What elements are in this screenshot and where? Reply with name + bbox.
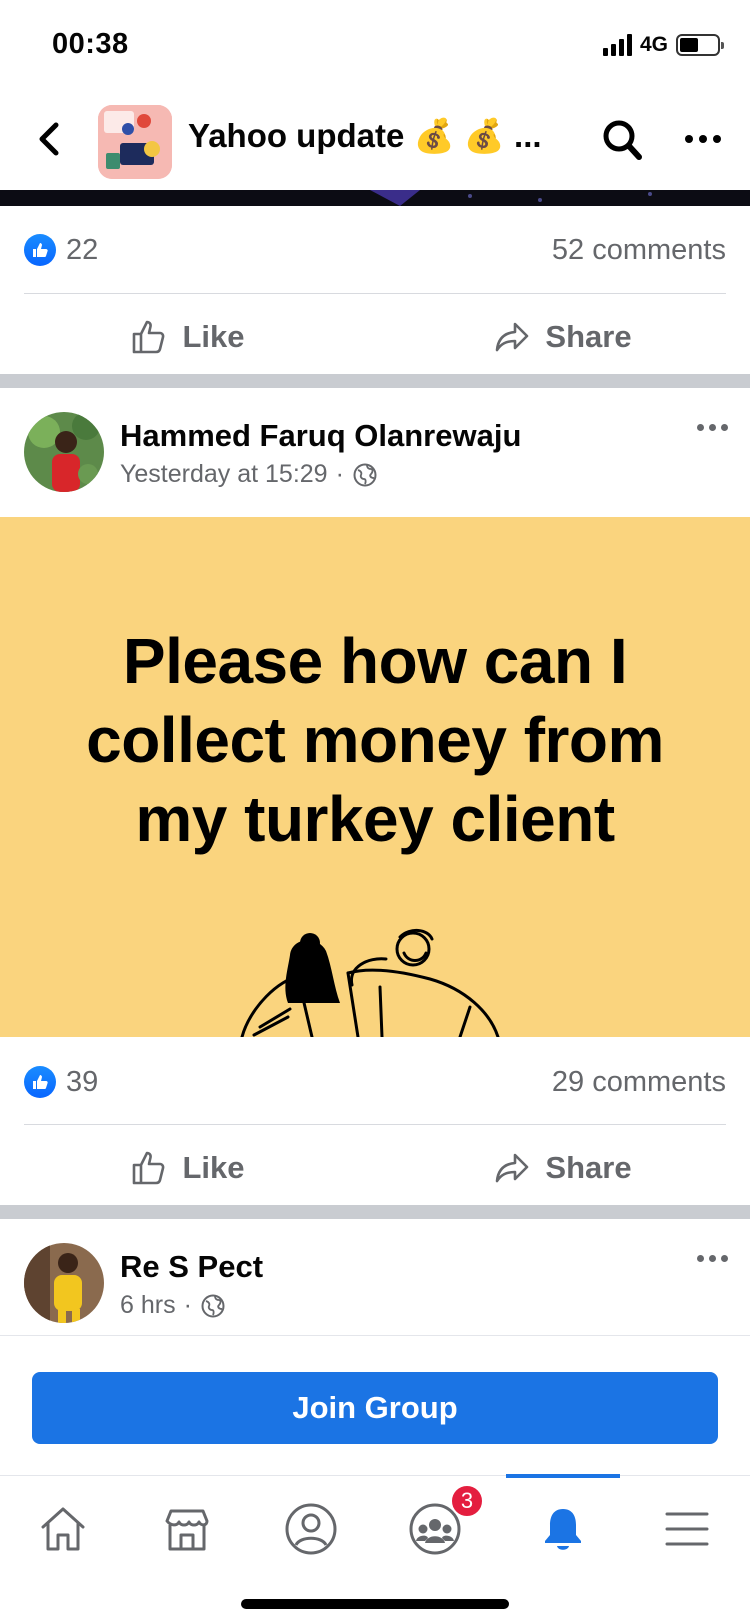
search-button[interactable] xyxy=(600,115,644,163)
back-button[interactable] xyxy=(30,115,70,163)
more-options-button[interactable] xyxy=(680,115,726,163)
like-reaction-icon xyxy=(24,234,56,266)
groups-notification-badge: 3 xyxy=(450,1484,484,1518)
previous-post-image[interactable] xyxy=(0,190,750,206)
network-type: 4G xyxy=(639,33,668,56)
globe-icon xyxy=(201,1294,225,1317)
more-dot xyxy=(721,424,728,431)
more-dot xyxy=(721,1255,728,1262)
active-tab-indicator xyxy=(506,1474,620,1478)
post-header: Re S Pect 6 hrs · xyxy=(0,1219,750,1329)
divider xyxy=(24,1124,726,1125)
divider xyxy=(24,293,726,294)
author-avatar[interactable] xyxy=(24,412,104,492)
post-separator xyxy=(0,374,750,388)
meta-separator: · xyxy=(335,460,344,488)
post-actions: Like Share xyxy=(0,1128,750,1208)
search-icon xyxy=(603,120,642,160)
battery-icon xyxy=(676,34,724,56)
globe-icon xyxy=(353,463,377,486)
post-text: Please how can I collect money from my t… xyxy=(86,625,664,855)
like-label: Like xyxy=(182,1150,245,1185)
likes-count: 39 xyxy=(66,1065,99,1098)
tab-marketplace[interactable] xyxy=(152,1494,222,1564)
share-button[interactable]: Share xyxy=(375,297,750,377)
group-avatar[interactable] xyxy=(98,105,172,179)
share-button[interactable]: Share xyxy=(375,1128,750,1208)
join-group-bar: Join Group xyxy=(0,1335,750,1475)
post-stats: 22 52 comments xyxy=(24,220,726,280)
comments-count[interactable]: 29 comments xyxy=(552,1066,726,1099)
post-meta: 6 hrs · xyxy=(120,1291,226,1320)
author-name[interactable]: Re S Pect xyxy=(120,1249,263,1285)
like-button[interactable]: Like xyxy=(0,1128,375,1208)
tab-home[interactable] xyxy=(28,1494,98,1564)
meta-separator: · xyxy=(183,1291,192,1319)
home-indicator xyxy=(241,1599,509,1609)
chevron-left-icon xyxy=(39,122,59,156)
like-button[interactable]: Like xyxy=(0,297,375,377)
more-dot xyxy=(699,135,707,143)
share-icon xyxy=(496,322,529,352)
share-label: Share xyxy=(545,1150,632,1185)
more-dot xyxy=(697,424,704,431)
likes-count: 22 xyxy=(66,233,99,266)
bell-icon xyxy=(545,1509,581,1550)
post-stats: 39 29 comments xyxy=(24,1052,726,1112)
thumbs-up-icon xyxy=(133,320,165,354)
author-name[interactable]: Hammed Faruq Olanrewaju xyxy=(120,418,521,454)
more-dot xyxy=(709,424,716,431)
post-time[interactable]: 6 hrs xyxy=(120,1291,176,1320)
author-avatar[interactable] xyxy=(24,1243,104,1323)
status-bar: 00:38 4G xyxy=(0,0,750,90)
more-dot xyxy=(685,135,693,143)
reactions-summary[interactable]: 39 xyxy=(24,1066,98,1099)
status-indicators: 4G xyxy=(602,32,724,58)
status-time: 00:38 xyxy=(52,28,129,60)
menu-icon xyxy=(665,1512,709,1546)
post-header: Hammed Faruq Olanrewaju Yesterday at 15:… xyxy=(0,388,750,498)
more-dot xyxy=(697,1255,704,1262)
profile-icon xyxy=(285,1503,337,1555)
share-label: Share xyxy=(545,319,632,354)
marketplace-icon xyxy=(165,1509,209,1551)
like-reaction-icon xyxy=(24,1066,56,1098)
group-title[interactable]: Yahoo update 💰 💰 ... xyxy=(188,117,542,156)
reactions-summary[interactable]: 22 xyxy=(24,234,98,267)
post-separator xyxy=(0,1205,750,1219)
couple-illustration xyxy=(240,929,500,1037)
post-meta: Yesterday at 15:29 · xyxy=(120,460,378,489)
more-dot xyxy=(709,1255,716,1262)
more-dot xyxy=(713,135,721,143)
share-icon xyxy=(496,1153,529,1183)
tab-notifications[interactable] xyxy=(528,1494,598,1564)
group-header: Yahoo update 💰 💰 ... xyxy=(0,95,750,187)
tab-profile[interactable] xyxy=(276,1494,346,1564)
post-actions: Like Share xyxy=(0,297,750,377)
join-group-button[interactable]: Join Group xyxy=(32,1372,718,1444)
post-time[interactable]: Yesterday at 15:29 xyxy=(120,460,328,489)
post-text-background[interactable]: Please how can I collect money from my t… xyxy=(0,517,750,1037)
comments-count[interactable]: 52 comments xyxy=(552,234,726,267)
signal-icon xyxy=(602,34,632,56)
home-icon xyxy=(41,1507,85,1551)
post-options-button[interactable] xyxy=(697,1255,728,1262)
thumbs-up-icon xyxy=(133,1151,165,1185)
like-label: Like xyxy=(182,319,245,354)
tab-menu[interactable] xyxy=(652,1494,722,1564)
post-options-button[interactable] xyxy=(697,424,728,431)
